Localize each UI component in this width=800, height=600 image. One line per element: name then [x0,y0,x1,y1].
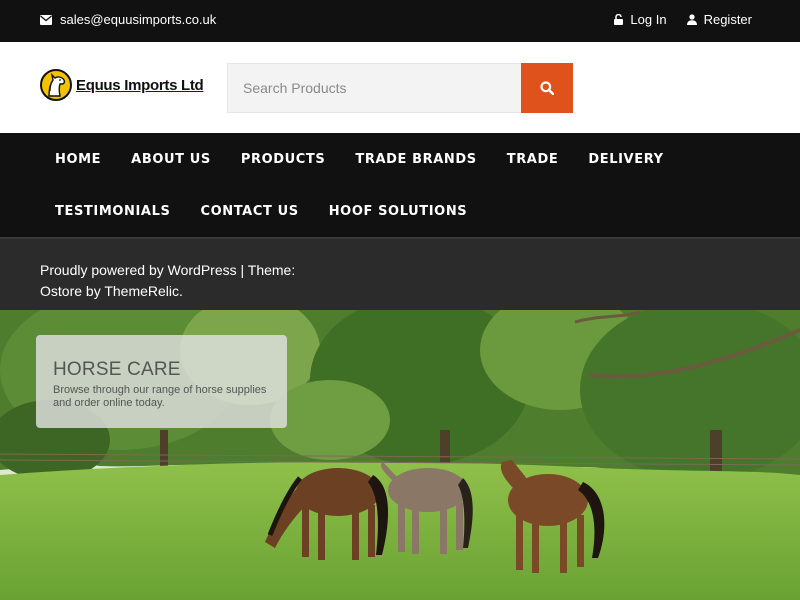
nav-item-contact-us[interactable]: CONTACT US [185,204,313,219]
search-form [227,63,573,113]
horse-logo-icon [40,69,72,101]
login-label: Log In [630,12,667,27]
hero-title: HORSE CARE [53,359,181,380]
nav-item-hoof-solutions[interactable]: HOOF SOLUTIONS [314,204,483,219]
hero-caption: HORSE CARE Browse through our range of h… [36,335,287,428]
main-navigation: HOME ABOUT US PRODUCTS TRADE BRANDS TRAD… [0,133,800,237]
site-header: Equus Imports Ltd [0,42,800,133]
credit-strip: Proudly powered by WordPress | Theme: Os… [0,237,800,310]
nav-item-trade[interactable]: TRADE [492,152,574,167]
user-icon [686,14,697,25]
nav-item-trade-brands[interactable]: TRADE BRANDS [340,152,491,167]
email-link[interactable]: sales@equusimports.co.uk [40,12,216,27]
credit-text: Proudly powered by WordPress | Theme: Os… [40,262,296,299]
envelope-icon [40,14,52,25]
hero-banner: HORSE CARE Browse through our range of h… [0,310,800,600]
nav-item-home[interactable]: HOME [40,152,116,167]
lock-icon [614,14,624,25]
hero-subtitle: Browse through our range of horse suppli… [53,384,267,409]
site-logo[interactable]: Equus Imports Ltd [40,69,204,101]
login-link[interactable]: Log In [614,12,667,27]
email-text: sales@equusimports.co.uk [60,12,217,27]
register-label: Register [703,12,752,27]
register-link[interactable]: Register [686,12,752,27]
nav-item-testimonials[interactable]: TESTIMONIALS [40,204,185,219]
auth-links: Log In Register [614,12,752,27]
nav-item-delivery[interactable]: DELIVERY [573,152,678,167]
search-icon [540,81,554,95]
search-button[interactable] [521,63,573,113]
top-bar: sales@equusimports.co.uk Log In Register [0,0,800,42]
logo-text: Equus Imports Ltd [76,76,204,94]
nav-item-about-us[interactable]: ABOUT US [116,152,226,167]
search-input[interactable] [227,63,521,113]
nav-item-products[interactable]: PRODUCTS [226,152,341,167]
